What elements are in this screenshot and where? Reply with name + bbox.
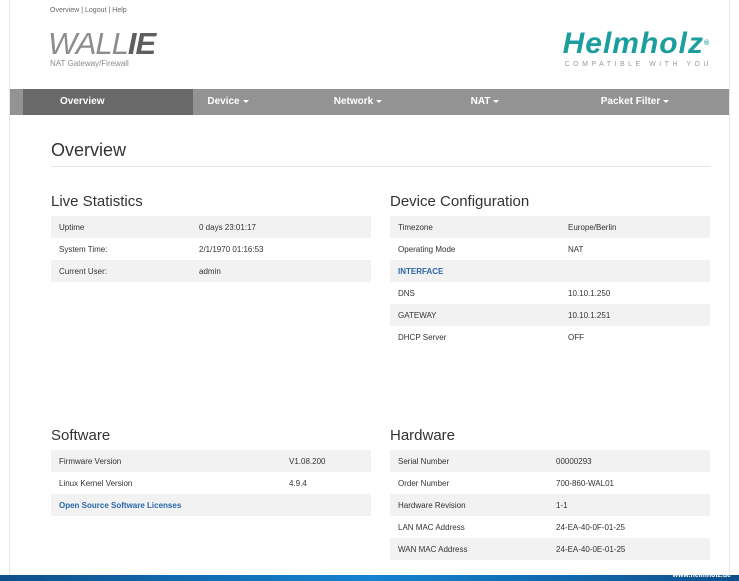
device-configuration-heading: Device Configuration — [390, 193, 530, 210]
row-key: Serial Number — [398, 457, 450, 466]
title-divider — [51, 166, 711, 167]
top-link-overview[interactable]: Overview — [50, 7, 79, 14]
open-source-licenses-link[interactable]: Open Source Software Licenses — [59, 501, 181, 510]
row-value: 700-860-WAL01 — [556, 479, 614, 488]
table-row: WAN MAC Address 24-EA-40-0E-01-25 — [390, 538, 710, 560]
live-statistics-heading: Live Statistics — [51, 193, 143, 210]
nav-device[interactable]: Device — [193, 89, 263, 115]
row-key: WAN MAC Address — [398, 545, 468, 554]
nav-label: Overview — [60, 96, 105, 107]
nav-label: Network — [333, 96, 374, 107]
row-key: LAN MAC Address — [398, 523, 465, 532]
table-row: DHCP Server OFF — [390, 326, 710, 348]
row-value: 24-EA-40-0E-01-25 — [556, 545, 626, 554]
row-value: admin — [199, 267, 221, 276]
helmholz-logo: Helmholz® COMPATIBLE WITH YOU — [562, 27, 712, 69]
hardware-heading: Hardware — [390, 427, 456, 444]
nav-label: Device — [207, 96, 240, 107]
row-key: Hardware Revision — [398, 501, 466, 510]
interface-link[interactable]: INTERFACE — [398, 267, 443, 276]
table-row: Order Number 700-860-WAL01 — [390, 472, 710, 494]
hardware-table: Serial Number 00000293 Order Number 700-86… — [390, 450, 710, 560]
row-key: DNS — [398, 289, 415, 298]
caret-down-icon — [242, 99, 249, 103]
table-row: LAN MAC Address 24-EA-40-0F-01-25 — [390, 516, 710, 538]
row-key: Linux Kernel Version — [59, 479, 133, 488]
nav-label: NAT — [470, 96, 491, 107]
row-key: Operating Mode — [398, 245, 456, 254]
footer-website-link[interactable]: www.helmholz.de — [673, 572, 731, 579]
table-row: Firmware Version V1.08.200 — [51, 450, 371, 472]
row-value: 00000293 — [556, 457, 592, 466]
top-link-help[interactable]: Help — [112, 7, 126, 14]
top-links: Overview | Logout | Help — [50, 7, 127, 14]
row-value: 1-1 — [556, 501, 568, 510]
page-title: Overview — [51, 140, 127, 160]
helmholz-tagline: COMPATIBLE WITH YOU — [564, 61, 712, 68]
table-row: INTERFACE — [390, 260, 710, 282]
table-row: Uptime 0 days 23:01:17 — [51, 216, 371, 238]
row-value: 2/1/1970 01:16:53 — [199, 245, 264, 254]
row-key: Order Number — [398, 479, 450, 488]
row-key: GATEWAY — [398, 311, 437, 320]
table-row: Timezone Europe/Berlin — [390, 216, 710, 238]
device-configuration-table: Timezone Europe/Berlin Operating Mode NAT … — [390, 216, 710, 348]
caret-down-icon — [376, 99, 383, 103]
row-key: DHCP Server — [398, 333, 447, 342]
nav-nat[interactable]: NAT — [455, 89, 515, 115]
row-value: 10.10.1.251 — [568, 311, 611, 320]
row-value: 10.10.1.250 — [568, 289, 611, 298]
live-statistics-table: Uptime 0 days 23:01:17 System Time: 2/1/19… — [51, 216, 371, 282]
nav-packet-filter[interactable]: Packet Filter — [580, 89, 690, 115]
nav-overview[interactable]: Overview — [23, 89, 193, 115]
row-value: V1.08.200 — [289, 457, 326, 466]
software-heading: Software — [51, 427, 111, 444]
main-navbar: Overview Device Network NAT Packet Filte… — [10, 89, 729, 115]
software-table: Firmware Version V1.08.200 Linux Kernel V… — [51, 450, 371, 516]
registered-mark: ® — [703, 40, 711, 47]
row-value: 24-EA-40-0F-01-25 — [556, 523, 625, 532]
row-value: OFF — [568, 333, 584, 342]
logo-wall-text: WALL — [48, 26, 129, 61]
row-value: 0 days 23:01:17 — [199, 223, 256, 232]
row-key: Firmware Version — [59, 457, 122, 466]
table-row: System Time: 2/1/1970 01:16:53 — [51, 238, 371, 260]
row-value: 4.9.4 — [289, 479, 307, 488]
nav-label: Packet Filter — [600, 96, 661, 107]
row-value: NAT — [568, 245, 584, 254]
helmholz-name: Helmholz — [562, 27, 704, 60]
row-value: Europe/Berlin — [568, 223, 617, 232]
nav-network[interactable]: Network — [323, 89, 393, 115]
row-key: Timezone — [398, 223, 433, 232]
logo-ie-text: IE — [127, 26, 156, 61]
table-row: Current User: admin — [51, 260, 371, 282]
row-key: System Time: — [59, 245, 108, 254]
table-row: Hardware Revision 1-1 — [390, 494, 710, 516]
table-row: Serial Number 00000293 — [390, 450, 710, 472]
top-link-logout[interactable]: Logout — [85, 7, 106, 14]
table-row: DNS 10.10.1.250 — [390, 282, 710, 304]
table-row: Open Source Software Licenses — [51, 494, 371, 516]
table-row: GATEWAY 10.10.1.251 — [390, 304, 710, 326]
row-key: Current User: — [59, 267, 108, 276]
table-row: Linux Kernel Version 4.9.4 — [51, 472, 371, 494]
wallie-logo: WALLIE NAT Gateway/Firewall — [48, 28, 156, 68]
row-key: Uptime — [59, 223, 85, 232]
footer-bar: www.helmholz.de — [0, 572, 739, 581]
caret-down-icon — [493, 99, 500, 103]
table-row: Operating Mode NAT — [390, 238, 710, 260]
caret-down-icon — [663, 99, 670, 103]
